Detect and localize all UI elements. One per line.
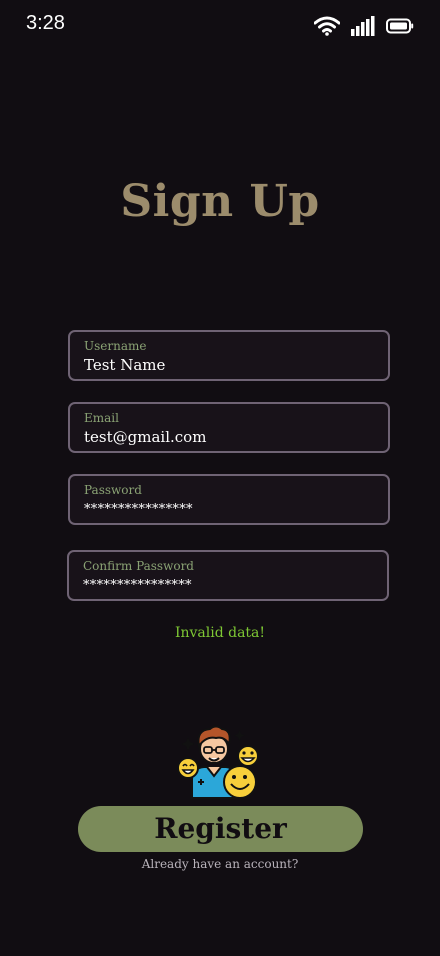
password-label: Password xyxy=(84,483,142,497)
confirm-password-field[interactable]: Confirm Password xyxy=(67,550,389,601)
password-input[interactable] xyxy=(84,502,374,517)
sign-up-screen: 3:28 Sign Up Username Test Name Email te… xyxy=(0,0,440,956)
page-title: Sign Up xyxy=(120,176,320,227)
username-field[interactable]: Username xyxy=(68,330,390,381)
error-message: Invalid data! xyxy=(174,625,266,641)
status-icons xyxy=(314,16,414,36)
email-field[interactable]: Email xyxy=(68,402,390,453)
confirm-password-label: Confirm Password xyxy=(83,559,194,573)
people-smileys-icon xyxy=(177,725,259,799)
wifi-icon xyxy=(314,16,340,36)
confirm-password-input[interactable] xyxy=(83,578,373,593)
signal-icon xyxy=(351,16,375,36)
battery-icon xyxy=(386,18,414,34)
login-link[interactable]: Already have an account? xyxy=(0,857,440,871)
register-button[interactable]: Register xyxy=(78,806,363,852)
status-bar: 3:28 xyxy=(0,0,440,50)
email-input[interactable] xyxy=(84,428,374,446)
username-label: Username xyxy=(84,339,147,353)
password-field[interactable]: Password xyxy=(68,474,390,525)
email-label: Email xyxy=(84,411,119,425)
status-time: 3:28 xyxy=(26,12,65,34)
username-input[interactable] xyxy=(84,356,374,374)
